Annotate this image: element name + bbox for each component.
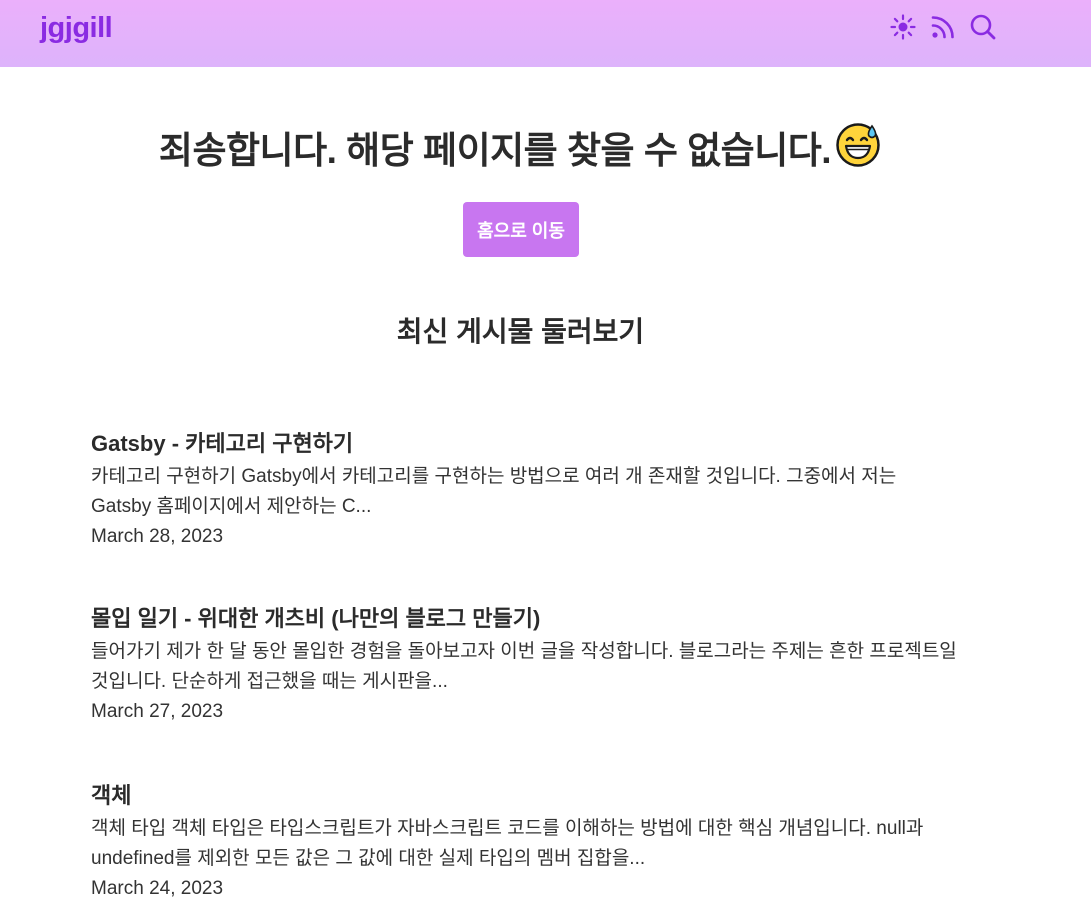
site-logo[interactable]: jgjgill: [40, 12, 113, 45]
not-found-heading: 죄송합니다. 해당 페이지를 찾을 수 없습니다.: [0, 120, 1040, 181]
rss-button[interactable]: [926, 10, 960, 44]
sweat-smile-emoji-icon: [835, 122, 881, 177]
post-excerpt: 들어가기 제가 한 달 동안 몰입한 경험을 돌아보고자 이번 글을 작성합니다…: [91, 641, 957, 692]
post-title[interactable]: Gatsby - 카테고리 구현하기: [91, 429, 961, 459]
post-title[interactable]: 객체: [91, 781, 961, 811]
post-item[interactable]: Gatsby - 카테고리 구현하기 카테고리 구현하기 Gatsby에서 카테…: [91, 429, 961, 552]
search-icon: [970, 14, 996, 40]
theme-toggle-button[interactable]: [886, 10, 920, 44]
post-date: March 27, 2023: [91, 701, 224, 722]
sun-icon: [890, 14, 916, 40]
post-item[interactable]: 몰입 일기 - 위대한 개츠비 (나만의 블로그 만들기) 들어가기 제가 한 …: [91, 604, 961, 727]
post-excerpt: 객체 타입 객체 타입은 타입스크립트가 자바스크립트 코드를 이해하는 방법에…: [91, 818, 924, 869]
post-excerpt: 카테고리 구현하기 Gatsby에서 카테고리를 구현하는 방법으로 여러 개 …: [91, 466, 897, 517]
recent-posts-heading: 최신 게시물 둘러보기: [396, 316, 645, 347]
site-header: jgjgill: [0, 0, 1091, 67]
post-title[interactable]: 몰입 일기 - 위대한 개츠비 (나만의 블로그 만들기): [91, 604, 961, 634]
not-found-title: 죄송합니다. 해당 페이지를 찾을 수 없습니다.: [158, 130, 832, 171]
post-date: March 28, 2023: [91, 526, 224, 547]
search-button[interactable]: [966, 10, 1000, 44]
go-home-button[interactable]: 홈으로 이동: [463, 202, 579, 257]
header-actions: [886, 10, 1006, 44]
post-date: March 24, 2023: [91, 878, 224, 899]
rss-icon: [931, 16, 954, 39]
post-item[interactable]: 객체 객체 타입 객체 타입은 타입스크립트가 자바스크립트 코드를 이해하는 …: [91, 781, 961, 904]
